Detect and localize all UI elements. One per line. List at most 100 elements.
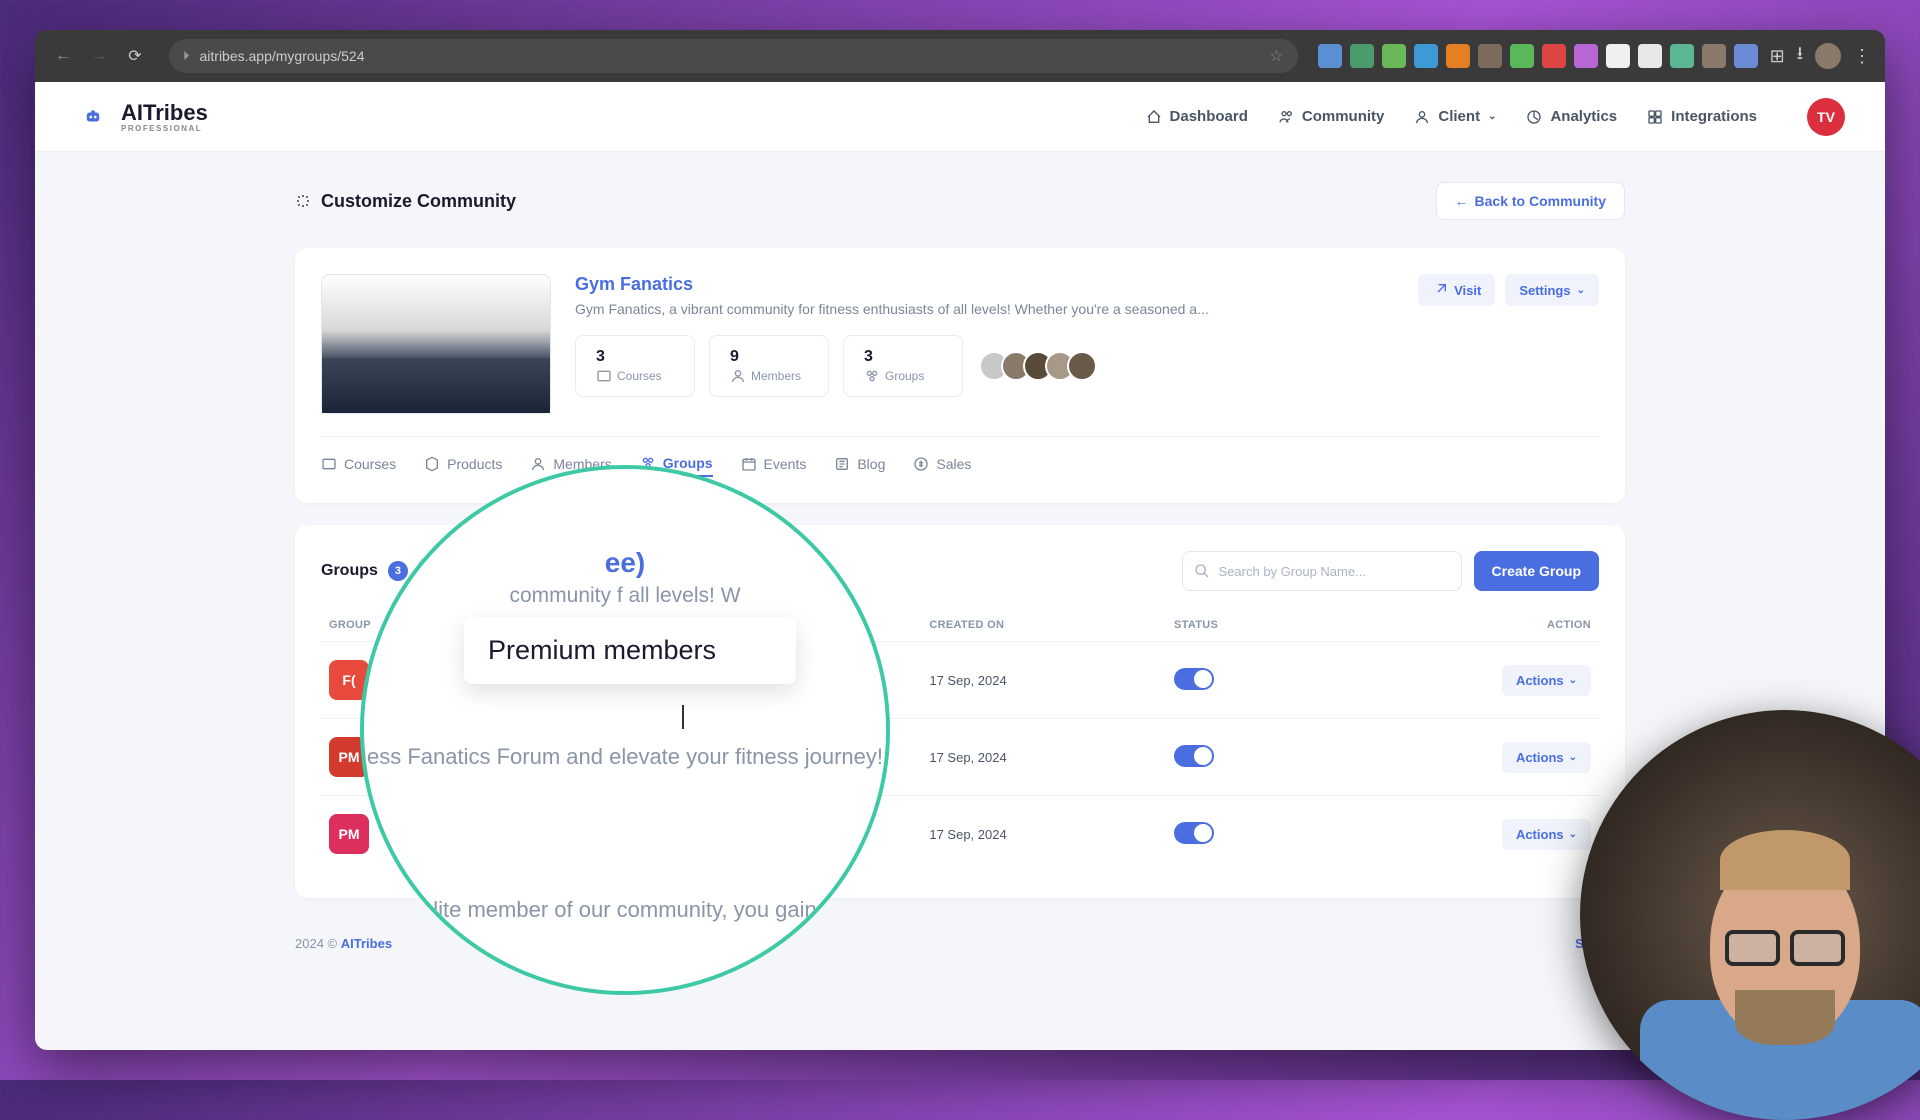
col-members: MEMBERS: [727, 609, 922, 642]
groups-title-text: Groups: [321, 562, 378, 580]
tab-label: Events: [764, 456, 807, 472]
extension-icon[interactable]: [1702, 44, 1726, 68]
nav-dashboard[interactable]: Dashboard: [1146, 108, 1248, 125]
app-header: AITribes PROFESSIONAL Dashboard Communit…: [35, 82, 1885, 152]
tab-products[interactable]: Products: [424, 455, 502, 477]
back-arrow-icon[interactable]: ←: [49, 42, 77, 70]
user-avatar[interactable]: TV: [1807, 98, 1845, 136]
created-date: 17 Sep, 2024: [921, 796, 1166, 873]
back-label: Back to Community: [1475, 193, 1606, 209]
extension-icon[interactable]: [1510, 44, 1534, 68]
extension-icon[interactable]: [1446, 44, 1470, 68]
extension-icon[interactable]: [1606, 44, 1630, 68]
nav-community[interactable]: Community: [1278, 108, 1385, 125]
footer-brand-link[interactable]: AITribes: [341, 936, 392, 951]
extension-icon[interactable]: [1638, 44, 1662, 68]
star-icon[interactable]: ☆: [1269, 46, 1283, 66]
footer: 2024 © AITribes Support: [295, 920, 1625, 967]
tab-label: Groups: [663, 455, 713, 471]
access-badge: Private: [481, 828, 521, 842]
access-badge: Public: [481, 674, 517, 688]
tab-label: Sales: [936, 456, 971, 472]
extension-icon[interactable]: [1734, 44, 1758, 68]
community-name: Gym Fanatics: [575, 274, 1209, 295]
stat-label: Courses: [617, 369, 662, 383]
status-toggle[interactable]: [1174, 668, 1214, 690]
search-input[interactable]: [1182, 551, 1462, 591]
actions-button[interactable]: Actions ⌄: [1502, 742, 1591, 773]
table-row: PM Private 0 17 Sep, 2024 Actions ⌄: [321, 796, 1599, 873]
search-icon: [1194, 563, 1210, 584]
tab-label: Members: [553, 456, 611, 472]
logo-subtitle: PROFESSIONAL: [121, 124, 208, 133]
extension-icon[interactable]: [1670, 44, 1694, 68]
main-nav: Dashboard Community Client⌄ Analytics In…: [1146, 98, 1845, 136]
tab-events[interactable]: Events: [741, 455, 807, 477]
chevron-down-icon: ⌄: [1488, 111, 1496, 122]
actions-button[interactable]: Actions ⌄: [1502, 819, 1591, 850]
extension-icon[interactable]: [1414, 44, 1438, 68]
menu-icon[interactable]: ⋮: [1853, 46, 1871, 67]
logo-icon: [75, 99, 111, 135]
download-icon[interactable]: ⭳: [1797, 41, 1803, 71]
browser-toolbar: ← → ⟳ ⏵ aitribes.app/mygroups/524 ☆: [35, 30, 1885, 82]
actions-button[interactable]: Actions ⌄: [1502, 665, 1591, 696]
nav-label: Community: [1302, 108, 1385, 125]
extension-icon[interactable]: [1574, 44, 1598, 68]
tab-blog[interactable]: Blog: [834, 455, 885, 477]
forward-arrow-icon[interactable]: →: [85, 42, 113, 70]
extension-icon[interactable]: [1350, 44, 1374, 68]
visit-button[interactable]: Visit: [1418, 274, 1495, 306]
community-description: Gym Fanatics, a vibrant community for fi…: [575, 301, 1209, 317]
search-box: [1182, 551, 1462, 591]
nav-label: Analytics: [1550, 108, 1617, 125]
members-count: 0: [727, 796, 922, 873]
table-row: F( Public 9 17 Sep, 2024 Actions ⌄: [321, 642, 1599, 719]
created-date: 17 Sep, 2024: [921, 719, 1166, 796]
footer-year: 2024 ©: [295, 936, 337, 951]
url-bar[interactable]: ⏵ aitribes.app/mygroups/524 ☆: [169, 39, 1298, 73]
extension-icon[interactable]: [1318, 44, 1342, 68]
col-action: ACTION: [1324, 609, 1599, 642]
webcam-bubble: [1580, 710, 1920, 1120]
group-badge: F(: [329, 660, 369, 700]
extension-icons: [1318, 44, 1758, 68]
tab-groups[interactable]: Groups: [640, 455, 713, 477]
extension-icon[interactable]: [1478, 44, 1502, 68]
page-title-text: Customize Community: [321, 191, 516, 212]
nav-client[interactable]: Client⌄: [1414, 108, 1496, 125]
col-created: CREATED ON: [921, 609, 1166, 642]
status-toggle[interactable]: [1174, 822, 1214, 844]
chevron-down-icon: ⌄: [1569, 675, 1577, 686]
groups-title: Groups 3 ⛶: [321, 558, 444, 584]
back-to-community-button[interactable]: ← Back to Community: [1436, 182, 1625, 220]
group-badge: PM: [329, 737, 369, 777]
tab-courses[interactable]: Courses: [321, 455, 396, 477]
tab-members[interactable]: Members: [530, 455, 611, 477]
url-text: aitribes.app/mygroups/524: [200, 48, 1260, 64]
stat-number: 9: [730, 348, 808, 366]
stat-label: Members: [751, 369, 801, 383]
tab-label: Blog: [857, 456, 885, 472]
arrow-left-icon: ←: [1455, 193, 1469, 209]
col-status: STATUS: [1166, 609, 1324, 642]
puzzle-icon[interactable]: ⊞: [1770, 46, 1785, 67]
logo-text: AITribes: [121, 100, 208, 126]
status-toggle[interactable]: [1174, 745, 1214, 767]
logo[interactable]: AITribes PROFESSIONAL: [75, 99, 208, 135]
extension-icon[interactable]: [1542, 44, 1566, 68]
settings-button[interactable]: Settings⌄: [1505, 274, 1599, 306]
nav-analytics[interactable]: Analytics: [1526, 108, 1617, 125]
tab-sales[interactable]: Sales: [913, 455, 971, 477]
stat-members: 9 Members: [709, 335, 829, 397]
groups-table: GROUP ACCESS TYPE MEMBERS CREATED ON STA…: [321, 609, 1599, 872]
nav-integrations[interactable]: Integrations: [1647, 108, 1757, 125]
nav-label: Dashboard: [1170, 108, 1248, 125]
expand-button[interactable]: ⛶: [418, 558, 444, 584]
section-tabs: Courses Products Members Groups Events B…: [321, 436, 1599, 477]
reload-icon[interactable]: ⟳: [121, 42, 149, 70]
groups-count-badge: 3: [388, 561, 408, 581]
create-group-button[interactable]: Create Group: [1474, 551, 1599, 591]
extension-icon[interactable]: [1382, 44, 1406, 68]
profile-avatar[interactable]: [1815, 43, 1841, 69]
